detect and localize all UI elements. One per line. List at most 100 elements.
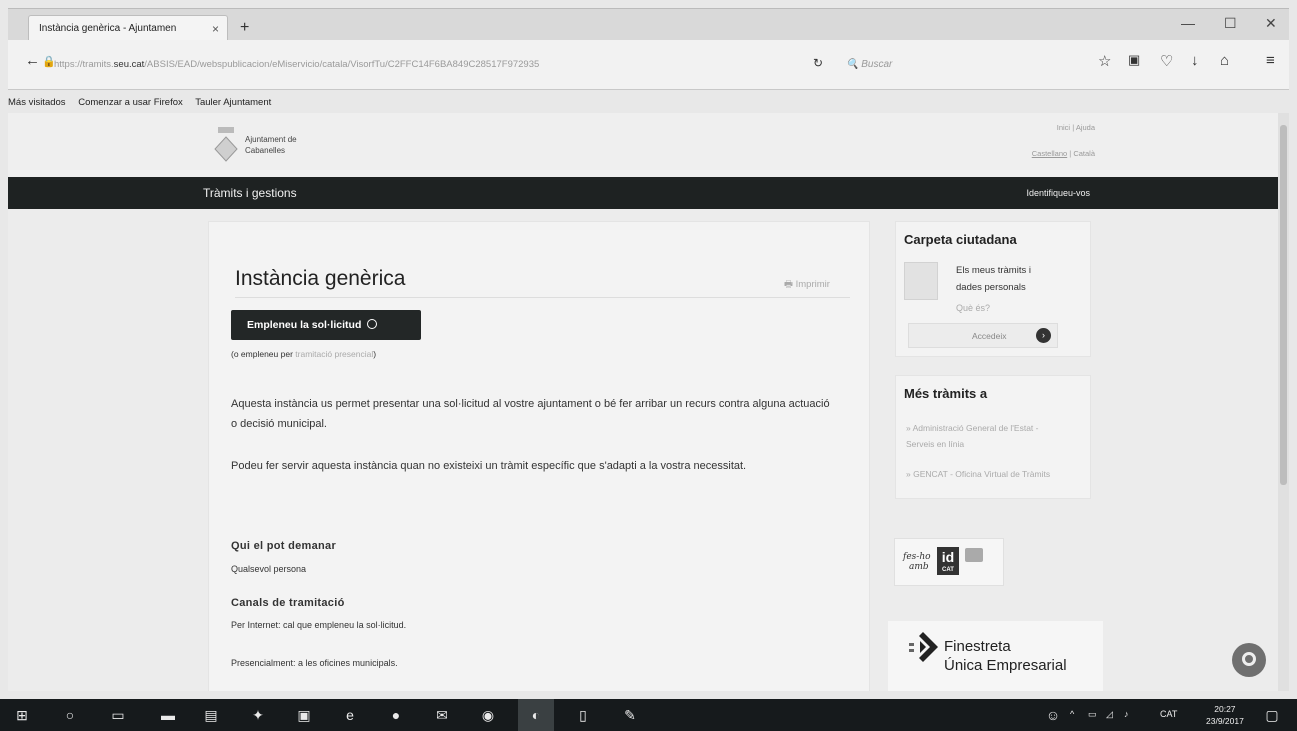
url-bar[interactable]: https://tramits.seu.cat/ABSIS/EAD/webspu… <box>54 59 539 70</box>
top-links: Inici | Ajuda <box>1056 123 1095 132</box>
star-icon[interactable]: ☆ <box>1098 52 1111 70</box>
language-links: Castellano | Català <box>1031 149 1095 158</box>
alt-suffix: ) <box>373 349 377 359</box>
citizen-folder-box: Carpeta ciutadana Els meus tràmits i dad… <box>895 221 1091 357</box>
idcat-logo: id CAT <box>937 547 959 575</box>
scrollbar-thumb[interactable] <box>1280 125 1287 485</box>
music-icon[interactable]: ◉ <box>480 707 496 723</box>
user-icon[interactable]: ☺ <box>1045 707 1061 723</box>
org-name-line2: Cabanelles <box>245 146 286 155</box>
search-input[interactable]: 🔍 Buscar <box>846 59 892 70</box>
paint-icon[interactable]: ✎ <box>622 707 638 723</box>
app-icon[interactable]: ● <box>388 707 404 723</box>
url-prefix: https://tramits. <box>54 59 114 70</box>
store-icon[interactable]: ▤ <box>203 707 219 723</box>
page-scrollbar[interactable] <box>1278 113 1289 691</box>
page-viewport: Ajuntament de Cabanelles Inici | Ajuda C… <box>8 113 1278 691</box>
notifications-icon[interactable]: ▢ <box>1264 707 1280 723</box>
bookmark-tauler[interactable]: Tauler Ajuntament <box>195 97 271 108</box>
page-title: Instància genèrica <box>235 267 406 290</box>
main-navbar: Tràmits i gestions Identifiqueu-vos <box>8 177 1278 209</box>
print-icon: 🖶 <box>784 279 793 290</box>
citizen-folder-title: Carpeta ciutadana <box>904 232 1017 247</box>
idcat-banner[interactable]: fes-ho amb id CAT <box>894 538 1004 586</box>
search-icon[interactable]: ○ <box>62 707 78 723</box>
maximize-icon[interactable]: ☐ <box>1224 15 1237 32</box>
arrow-circle-icon <box>367 319 378 329</box>
chevron-up-icon[interactable]: ^ <box>1070 709 1074 719</box>
channel-presencial: Presencialment: a les oficines municipal… <box>231 658 398 668</box>
bookmark-firefox[interactable]: Comenzar a usar Firefox <box>78 97 183 108</box>
org-name[interactable]: Ajuntament de Cabanelles <box>245 134 297 156</box>
fue-arrow-icon <box>909 632 938 662</box>
idcat-cat: CAT <box>942 567 954 573</box>
login-link[interactable]: Identifiqueu-vos <box>1026 188 1090 198</box>
windows-taskbar: ⊞ ○ ▭ ▬ ▤ ✦ ▣ e ● ✉ ◉ ◐ ▯ ✎ ☺ ^ ▭ ◿ ♪ CA… <box>0 699 1297 731</box>
ajuda-link[interactable]: Ajuda <box>1076 123 1095 132</box>
gencat-office-link[interactable]: » GENCAT - Oficina Virtual de Tràmits <box>906 466 1066 482</box>
fesho-text: fes-ho amb <box>903 552 931 572</box>
outlook-icon[interactable]: ▣ <box>296 707 312 723</box>
battery-icon[interactable]: ▭ <box>1088 709 1097 720</box>
url-domain: seu.cat <box>113 59 145 70</box>
fue-line2: Única Empresarial <box>944 657 1067 674</box>
pocket-icon[interactable]: ♡ <box>1160 52 1173 70</box>
search-placeholder: Buscar <box>861 59 893 70</box>
menu-icon[interactable]: ≡ <box>1266 52 1275 69</box>
que-es-link[interactable]: Què és? <box>956 303 990 313</box>
presencial-link[interactable]: tramitació presencial <box>295 349 373 359</box>
dropbox-icon[interactable]: ✦ <box>250 707 266 723</box>
citizen-folder-text: Els meus tràmits i dades personals <box>956 262 1031 296</box>
tramits-menu-link[interactable]: Tràmits i gestions <box>203 186 297 200</box>
network-icon[interactable]: ◿ <box>1106 709 1113 720</box>
more-procedures-title: Més tràmits a <box>904 386 988 401</box>
age-services-link[interactable]: » Administració General de l'Estat - Ser… <box>906 420 1066 452</box>
citizen-folder-line2: dades personals <box>956 282 1026 293</box>
alternative-channel: (o empleneu per tramitació presencial) <box>231 349 376 359</box>
firefox-icon[interactable]: ◐ <box>528 707 544 723</box>
minimize-icon[interactable]: — <box>1181 15 1195 31</box>
close-window-icon[interactable]: ✕ <box>1265 15 1277 32</box>
who-text: Qualsevol persona <box>231 564 307 574</box>
folder-icon <box>904 262 938 300</box>
who-heading: Qui el pot demanar <box>231 540 337 552</box>
tab-close-icon[interactable]: × <box>212 22 219 36</box>
print-link[interactable]: 🖶 Imprimir <box>784 277 830 293</box>
browser-titlebar: Instància genèrica - Ajuntamen × + — ☐ ✕ <box>8 8 1289 41</box>
castellano-link[interactable]: Castellano <box>1032 149 1067 158</box>
browser-tab[interactable]: Instància genèrica - Ajuntamen × <box>28 15 228 41</box>
task-view-icon[interactable]: ▭ <box>110 707 126 723</box>
chat-help-icon[interactable] <box>1232 643 1266 677</box>
fue-banner[interactable]: Finestreta Única Empresarial <box>888 621 1103 691</box>
document-icon[interactable]: ▯ <box>575 707 591 723</box>
description-paragraph-2: Podeu fer servir aquesta instància quan … <box>231 460 747 472</box>
message-icon <box>965 548 983 562</box>
system-clock[interactable]: 20:27 23/9/2017 <box>1206 703 1244 727</box>
reading-list-icon[interactable]: ▣ <box>1128 52 1140 68</box>
print-label: Imprimir <box>795 279 830 290</box>
org-name-line1: Ajuntament de <box>245 135 297 144</box>
file-explorer-icon[interactable]: ▬ <box>160 707 176 723</box>
home-icon[interactable]: ⌂ <box>1220 52 1229 69</box>
channels-heading: Canals de tramitació <box>231 597 345 609</box>
catala-link[interactable]: Català <box>1073 149 1095 158</box>
input-language[interactable]: CAT <box>1160 709 1177 719</box>
tab-title: Instància genèrica - Ajuntamen <box>39 23 177 34</box>
back-arrow-icon[interactable]: ← <box>25 52 40 69</box>
access-button[interactable]: Accedeix › <box>908 323 1058 348</box>
fill-application-button[interactable]: Empleneu la sol·licitud <box>231 310 421 340</box>
fue-line1: Finestreta <box>944 638 1011 655</box>
description-paragraph-1: Aquesta instància us permet presentar un… <box>231 398 830 430</box>
alt-prefix: (o empleneu per <box>231 349 293 359</box>
new-tab-button[interactable]: + <box>240 19 249 37</box>
inici-link[interactable]: Inici <box>1057 123 1070 132</box>
download-icon[interactable]: ↓ <box>1191 52 1199 69</box>
reload-icon[interactable]: ↻ <box>813 56 823 70</box>
windows-start-icon[interactable]: ⊞ <box>14 707 30 723</box>
arrow-right-icon: › <box>1036 328 1051 343</box>
mail-icon[interactable]: ✉ <box>434 707 450 723</box>
volume-icon[interactable]: ♪ <box>1124 709 1129 719</box>
edge-icon[interactable]: e <box>342 707 358 723</box>
municipal-emblem-icon[interactable] <box>213 125 239 165</box>
bookmark-mas-visitados[interactable]: Más visitados <box>8 97 66 108</box>
